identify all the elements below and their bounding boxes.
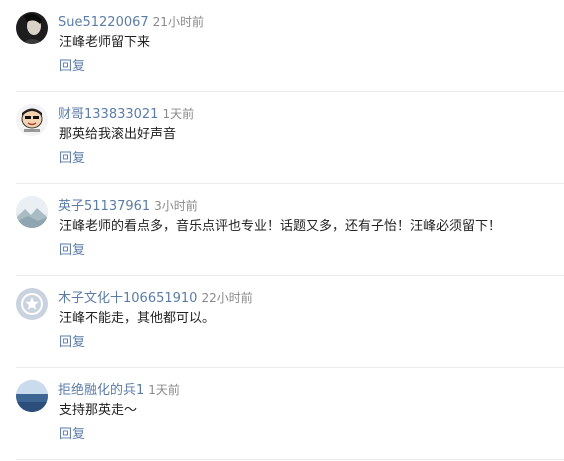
comment-time: 21小时前 xyxy=(152,15,204,29)
comment-meta: 财哥133833021 1天前 xyxy=(58,104,195,122)
comment-text: 支持那英走～ xyxy=(59,403,138,418)
comment-time: 3小时前 xyxy=(154,199,198,213)
comment-time: 22小时前 xyxy=(201,291,253,305)
reply-button[interactable]: 回复 xyxy=(59,58,85,76)
comment-time: 1天前 xyxy=(162,107,195,121)
portrait-dark-avatar-icon xyxy=(16,12,48,44)
comment-text: 汪峰老师留下来 xyxy=(59,35,151,50)
sea-horizon-avatar-icon xyxy=(16,380,48,412)
comment-username[interactable]: 财哥133833021 xyxy=(58,107,158,122)
user-avatar[interactable] xyxy=(16,196,48,228)
comment-time: 1天前 xyxy=(148,383,180,397)
comment-meta: Sue51220067 21小时前 xyxy=(58,12,204,30)
comment-item: 拒绝融化的兵1 1天前 支持那英走～ 回复 xyxy=(0,368,564,460)
comment-item: 英子51137961 3小时前 汪峰老师的看点多，音乐点评也专业！话题又多，还有子… xyxy=(0,184,564,276)
comment-divider xyxy=(16,459,564,460)
user-avatar[interactable] xyxy=(16,104,48,136)
comment-item: Sue51220067 21小时前 汪峰老师留下来 回复 xyxy=(0,0,564,92)
default-star-avatar-icon xyxy=(16,288,48,320)
comment-username[interactable]: 木子文化十106651910 xyxy=(58,291,197,306)
reply-button[interactable]: 回复 xyxy=(59,334,85,352)
comment-username[interactable]: Sue51220067 xyxy=(58,15,149,30)
comment-text: 汪峰不能走，其他都可以。 xyxy=(59,311,216,326)
landscape-avatar-icon xyxy=(16,196,48,228)
comment-meta: 英子51137961 3小时前 xyxy=(58,196,198,214)
comment-list: Sue51220067 21小时前 汪峰老师留下来 回复 财哥133833021 1… xyxy=(0,0,564,461)
user-avatar[interactable] xyxy=(16,380,48,412)
comment-meta: 木子文化十106651910 22小时前 xyxy=(58,288,253,306)
comment-username[interactable]: 拒绝融化的兵1 xyxy=(58,383,144,398)
comment-username[interactable]: 英子51137961 xyxy=(58,199,150,214)
comment-item: 木子文化十106651910 22小时前 汪峰不能走，其他都可以。 回复 xyxy=(0,276,564,368)
cartoon-face-avatar-icon xyxy=(16,104,48,136)
user-avatar[interactable] xyxy=(16,288,48,320)
comment-meta: 拒绝融化的兵1 1天前 xyxy=(58,380,180,398)
comment-text: 那英给我滚出好声音 xyxy=(59,127,177,142)
comment-text: 汪峰老师的看点多，音乐点评也专业！话题又多，还有子怡！汪峰必须留下！ xyxy=(59,219,502,234)
reply-button[interactable]: 回复 xyxy=(59,150,85,168)
reply-button[interactable]: 回复 xyxy=(59,242,85,260)
user-avatar[interactable] xyxy=(16,12,48,44)
reply-button[interactable]: 回复 xyxy=(59,426,85,444)
comment-item: 财哥133833021 1天前 那英给我滚出好声音 回复 xyxy=(0,92,564,184)
